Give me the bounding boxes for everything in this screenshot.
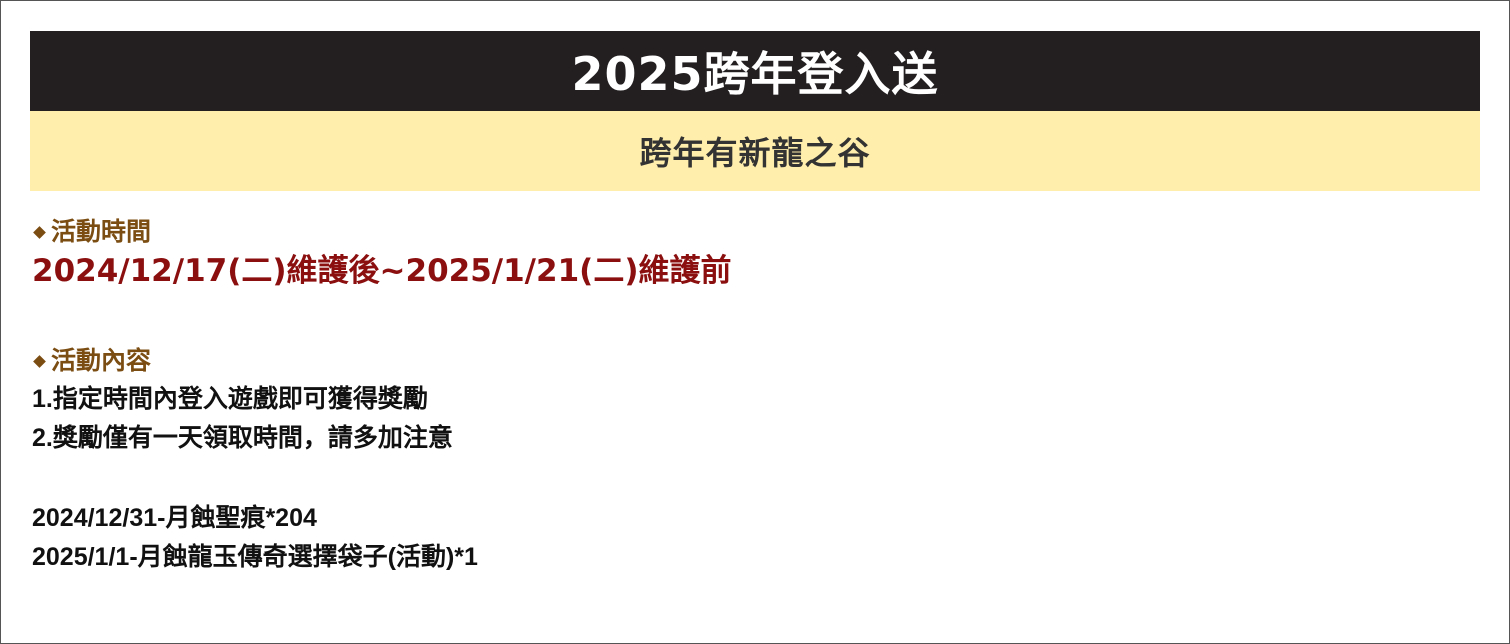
diamond-bullet-icon <box>33 225 46 239</box>
event-time-heading: 活動時間 <box>32 213 1472 251</box>
reward-item: 2025/1/1-月蝕龍玉傳奇選擇袋子(活動)*1 <box>32 543 478 571</box>
event-content: 活動時間 2024/12/17(二)維護後~2025/1/21(二)維護前 活動… <box>32 213 1472 577</box>
event-time-heading-label: 活動時間 <box>51 217 152 246</box>
event-content-heading-label: 活動內容 <box>51 346 152 375</box>
reward-item: 2024/12/31-月蝕聖痕*204 <box>32 504 317 532</box>
title-banner: 2025跨年登入送 <box>30 31 1480 111</box>
page-subtitle: 跨年有新龍之谷 <box>639 134 871 172</box>
rule-item: 1.指定時間內登入遊戲即可獲得獎勵 <box>32 385 428 413</box>
subtitle-banner: 跨年有新龍之谷 <box>30 111 1480 191</box>
event-period: 2024/12/17(二)維護後~2025/1/21(二)維護前 <box>32 253 732 289</box>
event-panel: 2025跨年登入送 跨年有新龍之谷 活動時間 2024/12/17(二)維護後~… <box>0 0 1510 644</box>
page-title: 2025跨年登入送 <box>571 47 939 101</box>
event-content-heading: 活動內容 <box>32 342 1472 380</box>
rule-item: 2.獎勵僅有一天領取時間，請多加注意 <box>32 424 453 452</box>
diamond-bullet-icon <box>33 354 46 368</box>
